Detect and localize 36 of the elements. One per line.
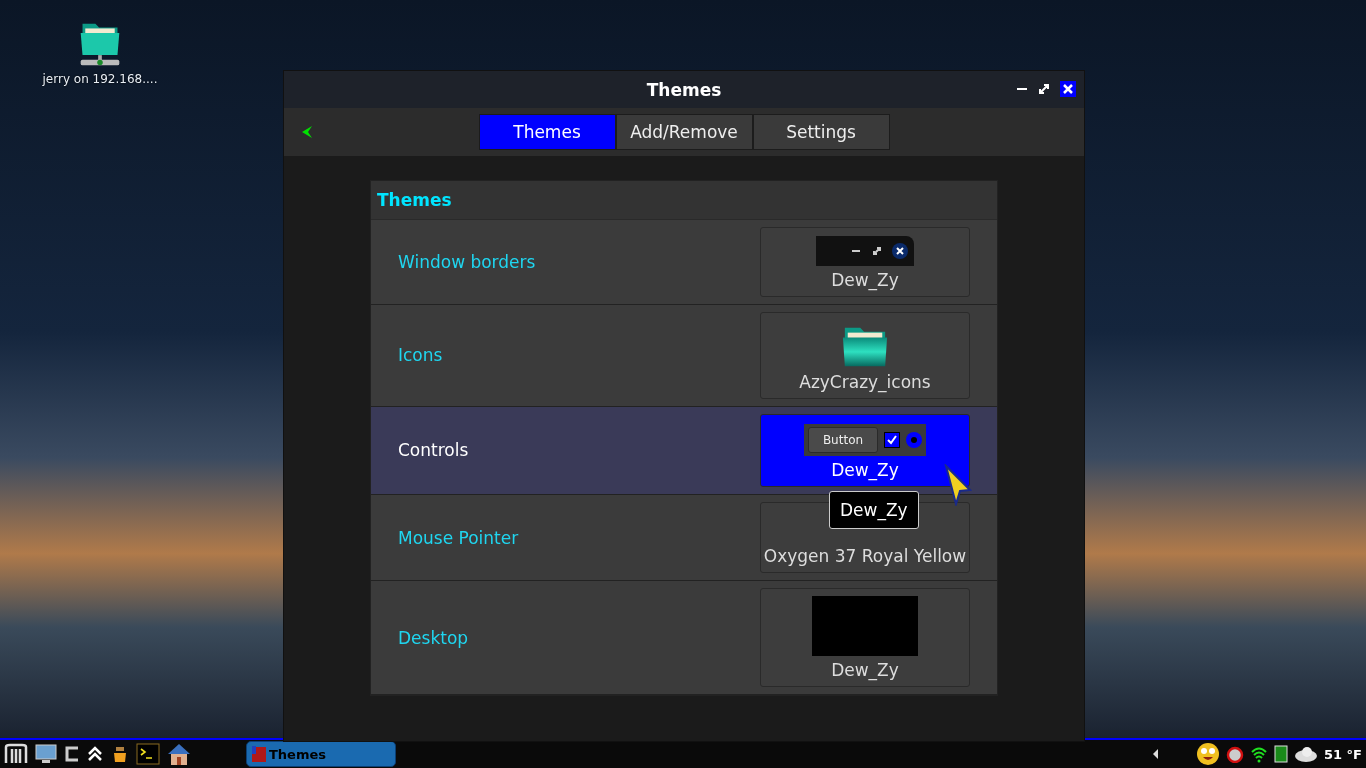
theme-category-label: Desktop [398,627,469,648]
wifi-icon[interactable] [1250,745,1268,763]
maximize-icon [872,245,882,256]
alarm-clock-icon[interactable] [1226,745,1244,763]
theme-row[interactable]: Controls Button Dew_Zy [371,406,997,496]
theme-choice-button[interactable]: Button Dew_Zy [760,413,970,488]
taskbar-task[interactable]: Themes [246,741,396,767]
theme-category-label: Controls [398,440,469,461]
app-icon [251,745,267,763]
smiley-icon[interactable] [1196,742,1220,766]
house-icon[interactable] [166,742,192,766]
window-title: Themes [646,79,722,100]
cloud-icon[interactable] [1294,745,1318,763]
tab[interactable]: Settings [752,114,890,150]
menu-icon[interactable] [4,743,28,765]
desktop-icon-label[interactable]: jerry on 192.168.... [42,72,158,86]
theme-choice-button[interactable]: Dew_Zy [760,588,970,687]
mouse-pointer-icon [944,464,972,506]
close-icon [892,242,908,259]
theme-choice-button[interactable]: Dew_Zy [760,226,970,297]
tab[interactable]: Themes [478,114,616,150]
monitor-icon[interactable] [34,743,58,765]
panel-title: Themes [377,189,452,210]
theme-category-label: Window borders [398,251,536,272]
close-icon[interactable] [1060,81,1076,97]
button-preview: Button [807,427,879,454]
bracket-icon[interactable] [64,744,80,764]
caret-left-icon[interactable] [1152,748,1160,760]
theme-category-label: Mouse Pointer [398,527,519,548]
theme-choice-button[interactable]: AzyCrazy_icons [760,311,970,399]
tab[interactable]: Add/Remove [615,114,753,150]
weather-temperature[interactable]: 51 °F [1324,746,1362,762]
terminal-icon[interactable] [136,743,160,765]
maximize-icon[interactable] [1038,83,1050,95]
tooltip: Dew_Zy [829,491,919,529]
theme-category-label: Icons [398,345,443,366]
